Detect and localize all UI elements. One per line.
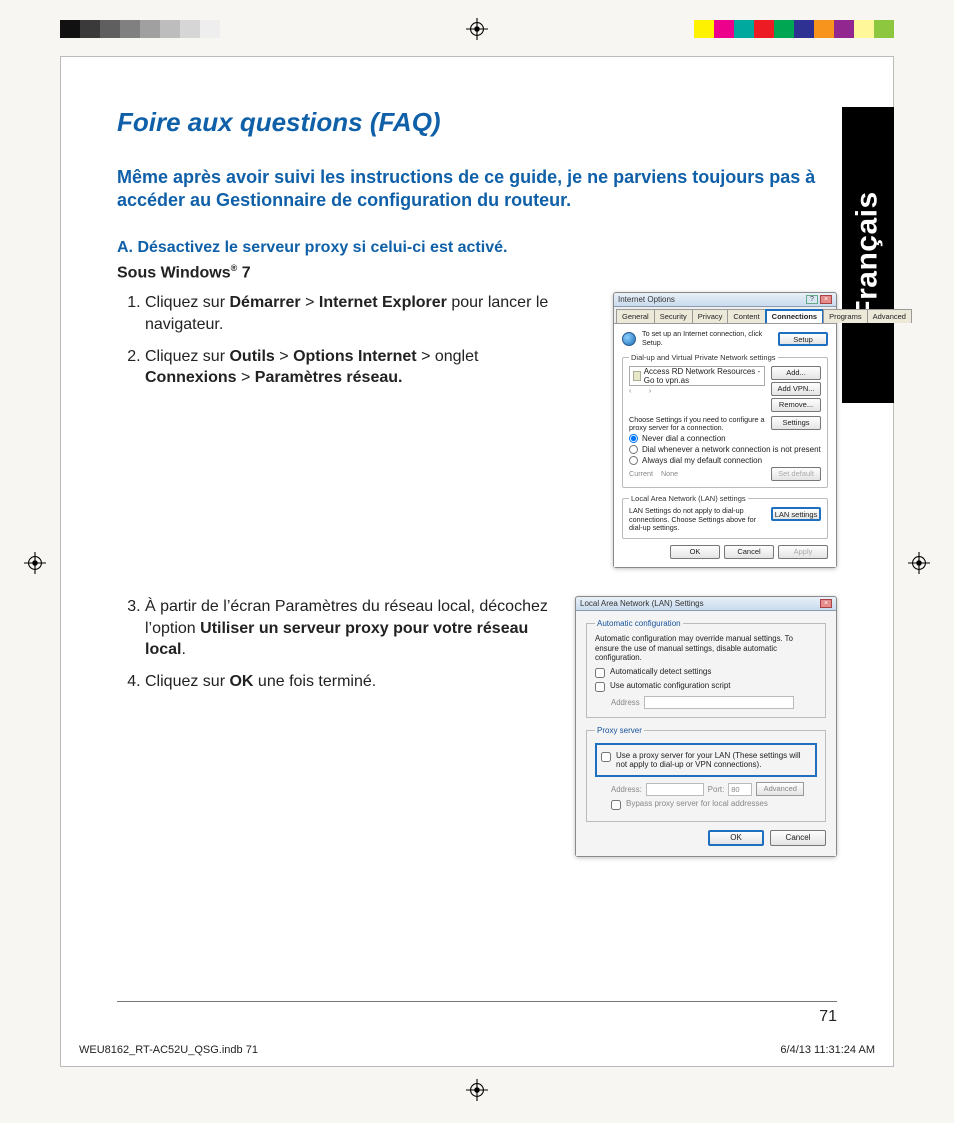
registration-mark-icon xyxy=(466,1079,488,1101)
proxy-port-input[interactable]: 80 xyxy=(728,783,752,796)
use-proxy-checkbox[interactable] xyxy=(601,752,611,762)
os-heading: Sous Windows® 7 xyxy=(117,263,837,282)
tab-connections[interactable]: Connections xyxy=(765,309,824,323)
setup-button[interactable]: Setup xyxy=(778,332,828,346)
lan-text: LAN Settings do not apply to dial-up con… xyxy=(629,507,765,532)
auto-script-checkbox[interactable] xyxy=(595,682,605,692)
proxy-address-input[interactable] xyxy=(646,783,704,796)
lan-legend: Local Area Network (LAN) settings xyxy=(629,494,748,503)
tab-advanced[interactable]: Advanced xyxy=(867,309,912,323)
proxy-fieldset: Proxy server Use a proxy server for your… xyxy=(586,726,826,822)
setup-text: To set up an Internet connection, click … xyxy=(642,330,772,347)
radio-dial-when[interactable] xyxy=(629,445,638,454)
ok-button[interactable]: OK xyxy=(670,545,720,559)
add-vpn-button[interactable]: Add VPN... xyxy=(771,382,821,396)
dialup-legend: Dial-up and Virtual Private Network sett… xyxy=(629,353,778,362)
page-title: Foire aux questions (FAQ) xyxy=(117,107,837,138)
cancel-button[interactable]: Cancel xyxy=(724,545,774,559)
tabs-bar: GeneralSecurityPrivacyContentConnections… xyxy=(614,307,836,324)
connection-listbox[interactable]: Access RD Network Resources - Go to vpn.… xyxy=(629,366,765,386)
dialog-title: Internet Options xyxy=(618,295,675,304)
add-button[interactable]: Add... xyxy=(771,366,821,380)
steps-list-bottom: À partir de l’écran Paramètres du réseau… xyxy=(117,596,557,692)
dialog-titlebar: Internet Options ? × xyxy=(614,293,836,307)
page-footer: 71 xyxy=(117,1001,837,1026)
auto-config-legend: Automatic configuration xyxy=(595,619,683,628)
auto-config-fieldset: Automatic configuration Automatic config… xyxy=(586,619,826,718)
settings-button[interactable]: Settings xyxy=(771,416,821,430)
lan-settings-button[interactable]: LAN settings xyxy=(771,507,821,521)
registration-mark-icon xyxy=(908,552,930,574)
ok-button[interactable]: OK xyxy=(708,830,764,846)
lan-settings-dialog: Local Area Network (LAN) Settings × Auto… xyxy=(575,596,837,857)
proxy-legend: Proxy server xyxy=(595,726,644,735)
tab-general[interactable]: General xyxy=(616,309,655,323)
connection-icon xyxy=(633,371,641,381)
print-footer: WEU8162_RT-AC52U_QSG.indb 71 6/4/13 11:3… xyxy=(61,1044,893,1056)
dialog-titlebar: Local Area Network (LAN) Settings × xyxy=(576,597,836,611)
close-icon[interactable]: × xyxy=(820,295,832,304)
tab-programs[interactable]: Programs xyxy=(823,309,868,323)
radio-always-dial[interactable] xyxy=(629,456,638,465)
tab-content[interactable]: Content xyxy=(727,309,765,323)
language-tab: Français xyxy=(842,107,894,403)
remove-button[interactable]: Remove... xyxy=(771,398,821,412)
colorbar-right xyxy=(694,20,894,38)
content-area: Foire aux questions (FAQ) Même après avo… xyxy=(117,107,837,1010)
colorbar-left xyxy=(60,20,220,38)
auto-detect-checkbox[interactable] xyxy=(595,668,605,678)
tab-privacy[interactable]: Privacy xyxy=(692,309,729,323)
steps-list-top: Cliquez sur Démarrer > Internet Explorer… xyxy=(117,292,557,388)
dialup-fieldset: Dial-up and Virtual Private Network sett… xyxy=(622,353,828,489)
print-footer-filename: WEU8162_RT-AC52U_QSG.indb 71 xyxy=(79,1044,258,1056)
step-item: Cliquez sur Démarrer > Internet Explorer… xyxy=(145,292,557,335)
proxy-note: Choose Settings if you need to configure… xyxy=(629,416,765,433)
connection-item: Access RD Network Resources - Go to vpn.… xyxy=(644,367,761,385)
page: Français Foire aux questions (FAQ) Même … xyxy=(60,56,894,1067)
step-item: Cliquez sur OK une fois terminé. xyxy=(145,671,557,693)
bypass-checkbox[interactable] xyxy=(611,800,621,810)
auto-config-note: Automatic configuration may override man… xyxy=(595,634,817,662)
intro-text: Même après avoir suivi les instructions … xyxy=(117,166,837,211)
help-icon[interactable]: ? xyxy=(806,295,818,304)
advanced-button[interactable]: Advanced xyxy=(756,782,804,796)
apply-button: Apply xyxy=(778,545,828,559)
language-label: Français xyxy=(851,191,885,318)
registration-mark-icon xyxy=(24,552,46,574)
step-item: Cliquez sur Outils > Options Internet > … xyxy=(145,346,557,389)
tab-security[interactable]: Security xyxy=(654,309,693,323)
print-footer-timestamp: 6/4/13 11:31:24 AM xyxy=(780,1044,875,1056)
close-icon[interactable]: × xyxy=(820,599,832,608)
row-2: À partir de l’écran Paramètres du réseau… xyxy=(117,596,837,857)
globe-icon xyxy=(622,332,636,346)
internet-options-dialog: Internet Options ? × GeneralSecurityPriv… xyxy=(613,292,837,568)
set-default-button: Set default xyxy=(771,467,821,481)
cancel-button[interactable]: Cancel xyxy=(770,830,826,846)
section-a-heading: A. Désactivez le serveur proxy si celui-… xyxy=(117,239,837,257)
footer-rule xyxy=(117,1001,837,1002)
page-number: 71 xyxy=(819,1008,837,1025)
row-1: Cliquez sur Démarrer > Internet Explorer… xyxy=(117,292,837,568)
dialog-title: Local Area Network (LAN) Settings xyxy=(580,599,704,608)
lan-fieldset: Local Area Network (LAN) settings LAN Se… xyxy=(622,494,828,539)
script-address-input[interactable] xyxy=(644,696,794,709)
registration-mark-icon xyxy=(466,18,488,40)
step-item: À partir de l’écran Paramètres du réseau… xyxy=(145,596,557,661)
radio-never-dial[interactable] xyxy=(629,434,638,443)
